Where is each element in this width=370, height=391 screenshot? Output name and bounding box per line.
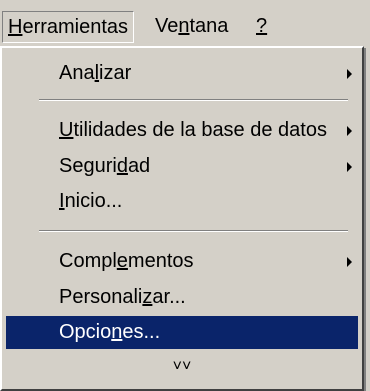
menu-item-inicio[interactable]: Inicio... [6,185,358,218]
submenu-arrow-icon [347,69,352,79]
menubar-label-post: tana [189,15,229,37]
menu-item-label: Inicio... [59,185,122,218]
menubar-label-key: ? [256,15,268,37]
label-pre: Seguri [59,155,117,177]
label-pre: Ana [59,62,95,84]
label-key: d [116,155,128,177]
menu-item-seguridad[interactable]: Seguridad [6,150,358,183]
label-post: nicio... [64,190,123,212]
label-pre: Opcio [59,321,112,343]
menu-item-label: Analizar [59,57,131,90]
menubar-label-key: H [8,16,23,38]
menubar-label-pre: Ve [155,15,179,37]
submenu-arrow-icon [347,257,352,267]
label-pre: Personali [59,286,143,308]
herramientas-dropdown-menu: Analizar Utilidades de la base de datos … [0,46,364,391]
label-key: U [59,119,74,141]
label-post: ar... [152,286,186,308]
menu-item-analizar[interactable]: Analizar [6,57,358,90]
menubar-label-post: erramientas [22,16,129,38]
menubar-herramientas[interactable]: Herramientas [2,11,135,43]
label-post: izar [99,62,132,84]
menubar-help[interactable]: ? [251,11,272,43]
submenu-arrow-icon [347,126,352,136]
menu-separator [39,99,348,101]
submenu-arrow-icon [347,162,352,172]
label-post: es... [122,321,161,343]
menu-item-label: Opciones... [59,316,160,349]
label-key: n [111,321,123,343]
expand-menu-chevron-icon[interactable]: ˅˅ [2,353,362,381]
label-post: tilidades de la base de datos [73,119,327,141]
menu-item-personalizar[interactable]: Personalizar... [6,281,358,314]
menu-item-complementos[interactable]: Complementos [6,245,358,278]
menu-bar: Herramientas Ventana ? [0,0,370,48]
menu-item-label: Utilidades de la base de datos [59,114,327,147]
label-post: mentos [127,250,194,272]
label-pre: Compl [59,250,117,272]
menu-item-label: Personalizar... [59,281,186,314]
menubar-label-key: n [178,15,190,37]
menu-item-utilidades[interactable]: Utilidades de la base de datos [6,114,358,147]
menu-item-opciones[interactable]: Opciones... [6,316,358,349]
label-key: e [116,250,128,272]
menu-separator [39,230,348,232]
menubar-ventana[interactable]: Ventana [150,11,233,43]
label-post: ad [127,155,151,177]
menu-item-label: Seguridad [59,150,150,183]
label-key: z [142,286,153,308]
menu-item-label: Complementos [59,245,194,278]
